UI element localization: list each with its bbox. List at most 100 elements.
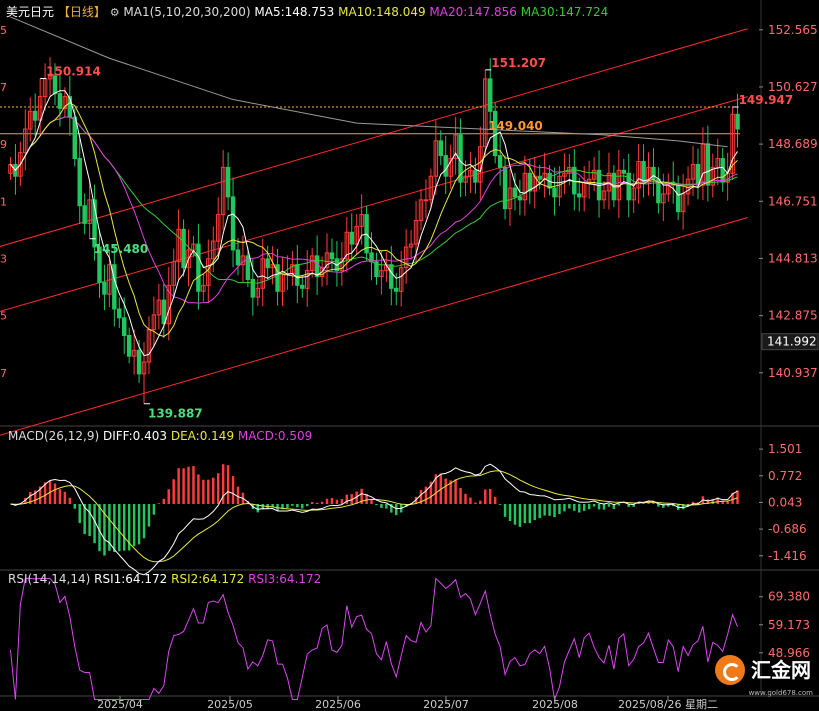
candle-body <box>695 163 701 186</box>
candle-body <box>181 228 186 269</box>
candle-body <box>438 140 444 157</box>
candle-body <box>72 116 78 160</box>
candle-body <box>52 75 58 95</box>
macd-tick-label: -0.686 <box>768 522 807 536</box>
candle-body <box>32 110 38 121</box>
candle-body <box>82 205 87 224</box>
price-tick-label: 1 <box>0 195 7 208</box>
rsi-label: RSI(14,14,14) <box>8 572 91 586</box>
time-axis-label: 2025/08/26 星期二 <box>618 698 718 711</box>
candle-body <box>641 160 646 183</box>
candle-body <box>651 166 656 180</box>
logo-url: www.gold678.com <box>748 689 813 697</box>
macd-label: MACD(26,12,9) <box>8 429 100 443</box>
ma30-value: MA30:147.724 <box>520 5 609 19</box>
ma20-value: MA20:147.856 <box>429 5 517 19</box>
rsi3-value: RSI3:64.172 <box>248 572 322 586</box>
macd-tick-label: 1.501 <box>768 442 802 456</box>
time-axis-label: 2025/08 <box>532 698 578 711</box>
macd-tick-label: 0.772 <box>768 469 802 483</box>
candle-body <box>502 166 508 210</box>
settings-gear-icon[interactable]: ⚙ <box>110 6 120 19</box>
price-tick-label: 140.937 <box>768 366 818 380</box>
candle-body <box>225 166 231 198</box>
macd-tick-label: 0.043 <box>768 495 802 509</box>
period-label[interactable]: 【日线】 <box>58 5 106 19</box>
time-axis-label: 2025/05 <box>207 698 253 711</box>
annotation-low: 145.480 <box>94 242 149 256</box>
price-tick-label: 150.627 <box>768 80 818 94</box>
candles <box>8 57 740 404</box>
candle-body <box>295 264 300 286</box>
candle-body <box>675 184 681 213</box>
candle-body <box>265 258 270 269</box>
chart-svg: 152.565 5 150.627 7 148.689 9 146.751 1 144.813 3… <box>0 0 819 711</box>
candle-body <box>121 317 127 337</box>
symbol-title: 美元日元 <box>6 5 55 19</box>
candle-body <box>487 78 493 112</box>
macd-diff: DIFF:0.403 <box>102 429 168 443</box>
candle-body <box>196 243 201 292</box>
candle-body <box>329 252 335 260</box>
candle-body <box>161 299 167 325</box>
candle-body <box>136 349 142 375</box>
rsi-tick-label: 69.380 <box>768 590 810 604</box>
candle-body <box>621 169 627 174</box>
annotation-high: 151.207 <box>491 56 546 70</box>
candle-body <box>705 143 711 186</box>
candle-body <box>102 281 107 295</box>
candle-body <box>735 113 740 130</box>
rsi-header: RSI(14,14,14) RSI1:64.172 RSI2:64.172 RS… <box>8 572 321 586</box>
candle-body <box>552 187 557 198</box>
price-tick-label: 146.751 <box>768 194 818 208</box>
annotation-high: 149.947 <box>739 93 794 107</box>
candle-body <box>112 264 117 310</box>
candle-body <box>235 249 241 266</box>
candle-body <box>527 172 533 192</box>
price-tick-label: 7 <box>0 81 7 94</box>
price-header: 美元日元 【日线】 ⚙ MA1(5,10,20,30,200) MA5:148.… <box>6 3 608 20</box>
price-tick-label: 144.813 <box>768 251 818 265</box>
time-axis-label: 2025/07 <box>423 698 469 711</box>
candle-body <box>314 255 320 278</box>
candle-body <box>720 158 725 183</box>
macd-value: MACD:0.509 <box>237 429 313 443</box>
macd-header: MACD(26,12,9) DIFF:0.403 DEA:0.149 MACD:… <box>8 429 312 443</box>
candle-body <box>443 155 448 177</box>
ma5-value: MA5:148.753 <box>254 5 335 19</box>
annotation-high: 150.914 <box>46 64 101 78</box>
candle-body <box>389 264 394 289</box>
candle-body <box>497 155 503 168</box>
candle-body <box>394 287 399 292</box>
logo-icon <box>715 655 745 685</box>
macd-dea: DEA:0.149 <box>170 429 235 443</box>
candle-body <box>517 196 523 201</box>
last-price-label: 141.992 <box>767 335 817 349</box>
candle-body <box>577 193 582 198</box>
price-tick-label: 7 <box>0 367 7 380</box>
macd-histogram <box>14 464 739 556</box>
candle-body <box>57 93 63 109</box>
price-tick-label: 142.875 <box>768 309 818 323</box>
time-axis-label: 2025/06 <box>315 698 361 711</box>
candle-body <box>117 308 122 319</box>
ma-label: MA1(5,10,20,30,200) <box>123 5 251 19</box>
ma10-value: MA10:148.049 <box>338 5 426 19</box>
candle-body <box>537 175 542 180</box>
brand-logo: 汇金网 <box>715 655 811 685</box>
candle-body <box>349 231 354 245</box>
candle-body <box>230 196 236 251</box>
rsi1-value: RSI1:64.172 <box>94 572 168 586</box>
annotation-level: 149.040 <box>488 119 543 133</box>
macd-tick-label: -1.416 <box>768 549 807 563</box>
time-axis-label: 2025/04 <box>97 698 143 711</box>
candle-body <box>77 158 82 207</box>
rsi2-value: RSI2:64.172 <box>171 572 245 586</box>
candle-body <box>423 199 429 202</box>
rsi-tick-label: 59.173 <box>768 618 810 632</box>
price-tick-label: 3 <box>0 252 7 265</box>
price-tick-label: 9 <box>0 138 7 151</box>
candle-body <box>512 187 518 198</box>
logo-text: 汇金网 <box>751 658 811 682</box>
candle-body <box>126 335 132 357</box>
